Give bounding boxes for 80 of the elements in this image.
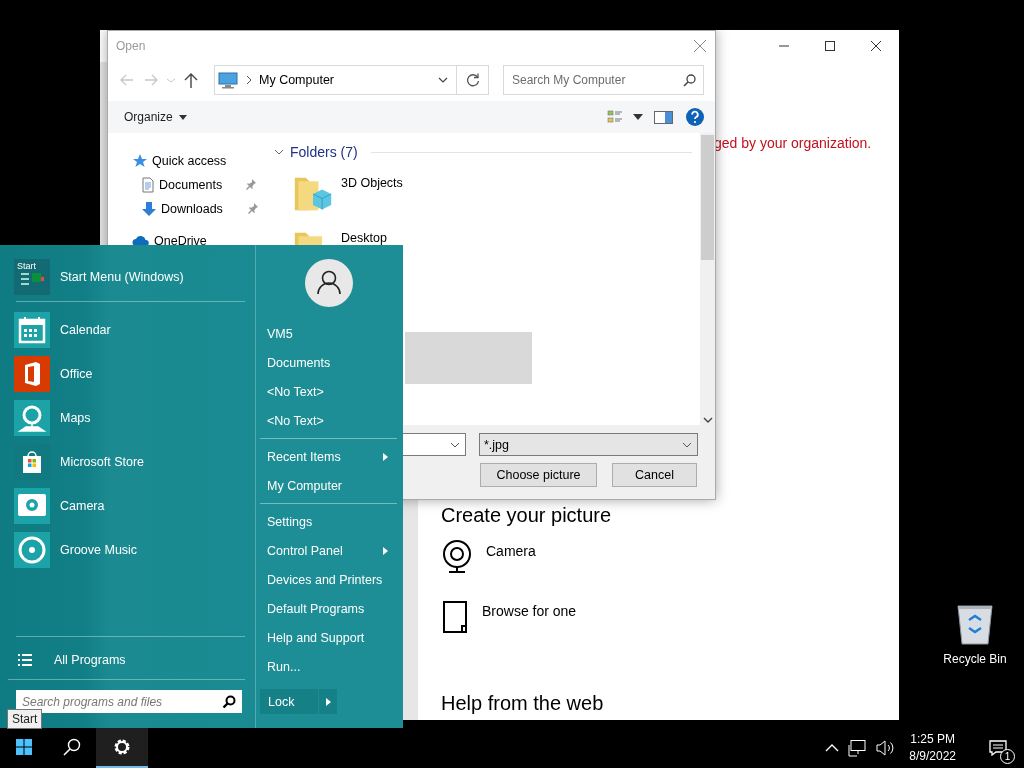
search-icon: [63, 738, 81, 756]
menu-item[interactable]: Settings: [260, 507, 397, 536]
map-pin-icon: [14, 400, 50, 436]
app-item[interactable]: Maps: [14, 396, 255, 440]
app-item[interactable]: Calendar: [14, 308, 255, 352]
menu-item[interactable]: Help and Support: [260, 623, 397, 652]
organize-menu[interactable]: Organize: [116, 107, 195, 127]
notification-icon[interactable]: [989, 740, 1007, 756]
scrollbar[interactable]: [700, 133, 715, 425]
tooltip: Start: [7, 709, 43, 729]
start-menu-icon: Start: [14, 259, 50, 295]
notification-badge: 1: [1000, 749, 1015, 764]
monitor-icon: [217, 71, 239, 89]
cancel-button[interactable]: Cancel: [612, 463, 697, 487]
menu-item[interactable]: VM5: [260, 319, 397, 348]
address-bar[interactable]: My Computer: [214, 65, 457, 95]
help-icon[interactable]: [685, 107, 705, 127]
menu-item[interactable]: Documents: [260, 348, 397, 377]
start-menu-item[interactable]: Start Start Menu (Windows): [14, 259, 255, 295]
search-field[interactable]: Search My Computer: [512, 73, 683, 87]
menu-item[interactable]: Run...: [260, 652, 397, 681]
user-avatar-icon[interactable]: [304, 259, 353, 307]
option-row[interactable]: Camera: [441, 540, 876, 580]
search-box[interactable]: Search programs and files: [16, 690, 242, 713]
app-item[interactable]: Microsoft Store: [14, 440, 255, 484]
dropdown-caret-icon[interactable]: [633, 114, 643, 120]
app-item[interactable]: Office: [14, 352, 255, 396]
cloud-icon: [132, 234, 150, 248]
search-icon[interactable]: [222, 694, 236, 709]
menu-item[interactable]: My Computer: [260, 471, 397, 500]
refresh-button[interactable]: [457, 65, 489, 95]
star-icon: [132, 153, 148, 169]
pin-icon[interactable]: [245, 178, 257, 192]
network-icon[interactable]: [847, 739, 868, 757]
windows-logo-icon: [16, 739, 32, 755]
desktop-icon-label[interactable]: Recycle Bin: [943, 652, 1007, 666]
all-programs-item[interactable]: All Programs: [14, 643, 255, 677]
menu-item[interactable]: Devices and Printers: [260, 565, 397, 594]
nav-item[interactable]: Documents: [108, 173, 266, 197]
search-box[interactable]: Search My Computer: [503, 65, 704, 95]
clock[interactable]: 1:25 PM 8/9/2022: [909, 731, 956, 765]
refresh-icon: [464, 72, 481, 88]
app-item[interactable]: Camera: [14, 484, 255, 528]
menu-item[interactable]: Default Programs: [260, 594, 397, 623]
menu-item[interactable]: <No Text>: [260, 406, 397, 435]
office-icon: [14, 356, 50, 392]
pin-icon[interactable]: [247, 202, 259, 216]
settings-gear-icon: [112, 737, 132, 757]
camera-icon: [14, 488, 50, 524]
group-header[interactable]: Folders (7): [290, 144, 358, 160]
section-heading: Create your picture: [441, 503, 613, 528]
calendar-icon: [14, 312, 50, 348]
webcam-icon: [441, 540, 473, 574]
search-icon[interactable]: [683, 73, 697, 87]
settings-taskbar-button[interactable]: [96, 728, 148, 768]
folder-label[interactable]: 3D Objects: [341, 176, 403, 227]
list-icon: [18, 653, 32, 667]
app-item[interactable]: Groove Music: [14, 528, 255, 572]
document-icon: [141, 177, 155, 193]
submenu-arrow-icon: [325, 697, 331, 706]
menu-item[interactable]: Recent Items: [260, 442, 397, 471]
speaker-icon[interactable]: [875, 739, 896, 757]
section-heading: Help from the web: [441, 691, 605, 716]
recycle-bin-icon: [955, 602, 995, 646]
menu-item[interactable]: Control Panel: [260, 536, 397, 565]
search-field[interactable]: Search programs and files: [22, 694, 222, 709]
preview-pane-icon[interactable]: [653, 109, 675, 125]
nav-item[interactable]: Quick access: [108, 149, 266, 173]
dropdown-caret-icon: [178, 114, 187, 120]
lock-options-button[interactable]: [319, 689, 337, 714]
download-arrow-icon: [141, 201, 157, 217]
menu-item[interactable]: <No Text>: [260, 377, 397, 406]
choose-picture-button[interactable]: Choose picture: [480, 463, 597, 487]
option-row[interactable]: Browse for one: [441, 600, 876, 640]
dialog-title: Open: [116, 39, 146, 53]
file-type-combo[interactable]: *.jpg: [479, 433, 698, 456]
nav-item[interactable]: Downloads: [108, 197, 266, 221]
lock-button[interactable]: Lock: [260, 689, 318, 714]
document-icon: [441, 600, 469, 634]
chevron-up-icon[interactable]: [825, 743, 840, 753]
